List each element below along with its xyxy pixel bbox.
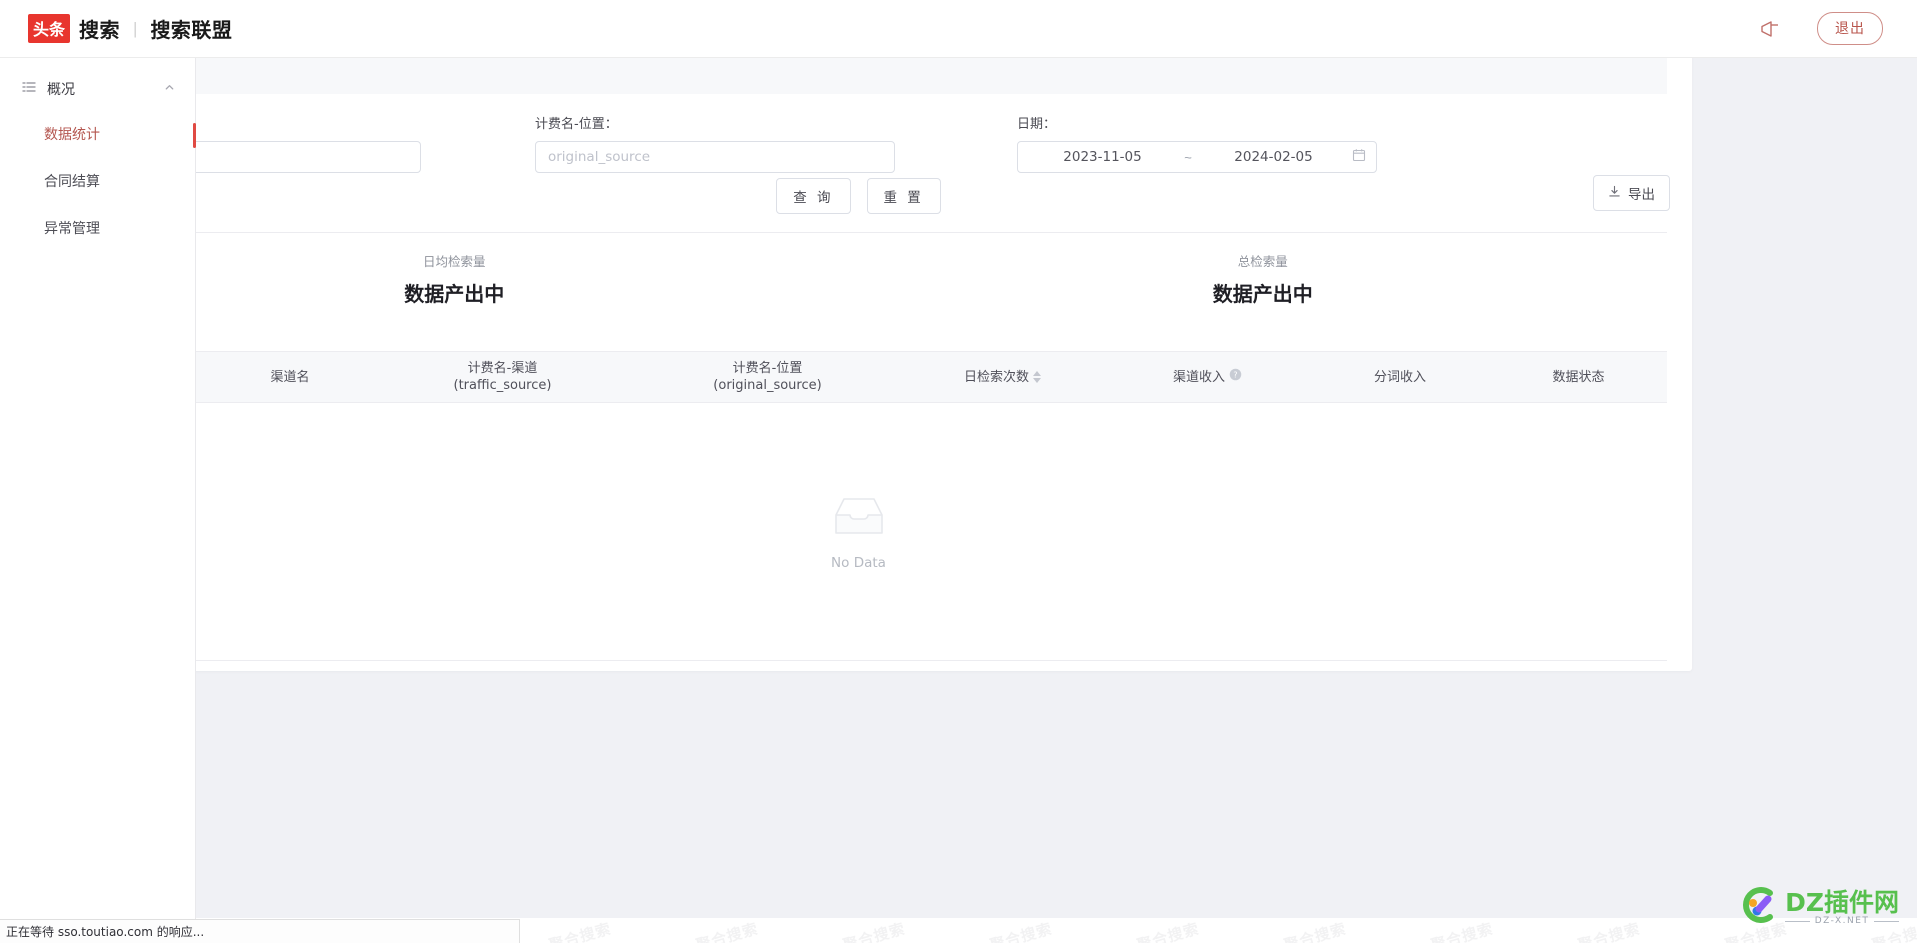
sidebar-item-data-statistics[interactable]: 数据统计: [0, 112, 196, 159]
watermark-text: 聚合搜索: [987, 919, 1055, 943]
table-column-label: 日检索次数: [963, 369, 1029, 385]
date-range-separator: ~: [1184, 149, 1192, 165]
logo-word: 搜索: [79, 18, 121, 42]
dz-text: DZ插件网 DZ-X.NET: [1785, 889, 1899, 926]
no-data-text: No Data: [831, 554, 886, 571]
status-bar-text: 正在等待 sso.toutiao.com 的响应...: [6, 925, 205, 939]
reset-button[interactable]: 重 置: [866, 178, 941, 214]
sort-toggle-icon[interactable]: [1033, 371, 1041, 383]
watermark-text: 聚合搜索: [1134, 919, 1202, 943]
filter-position-label: 计费名-位置：: [535, 117, 618, 132]
summary-stats: 日均检索量 数据产出中 总检索量 数据产出中: [50, 251, 1667, 307]
table-column-header: 计费名-位置 (original_source): [635, 360, 900, 394]
table-header-row: 日期渠道名计费名-渠道(traffic_source)计费名-位置(origin…: [50, 351, 1667, 403]
export-button-label: 导出: [1628, 187, 1655, 203]
stat-total: 总检索量 数据产出中: [859, 251, 1668, 307]
dz-main-text: DZ插件网: [1785, 888, 1899, 917]
filter-date: 日期： 2023-11-05 ~ 2024-02-05: [1017, 113, 1377, 173]
stat-total-value: 数据产出中: [1212, 282, 1313, 306]
table-column-header: 渠道名: [210, 369, 370, 386]
date-range-start[interactable]: 2023-11-05: [1028, 149, 1177, 165]
date-range-picker[interactable]: 2023-11-05 ~ 2024-02-05: [1017, 141, 1377, 173]
brand-logo[interactable]: 头条 搜索 | 搜索联盟: [28, 14, 232, 43]
table-column-header: 分词收入: [1310, 369, 1490, 386]
top-bar-actions: 退出: [1759, 12, 1883, 45]
table-column-header: 计费名-渠道 (traffic_source): [370, 360, 635, 394]
list-icon: [22, 80, 47, 99]
filter-action-buttons: 查 询 重 置: [50, 178, 1667, 214]
top-bar: 头条 搜索 | 搜索联盟 退出: [0, 0, 1917, 58]
table-column-label: 计费名-渠道 (traffic_source): [453, 361, 552, 393]
table-column-label: 计费名-位置 (original_source): [713, 361, 822, 393]
filter-divider: [50, 232, 1667, 233]
watermark-text: 聚合搜索: [1428, 919, 1496, 943]
sidebar-group-label: 概况: [47, 82, 75, 98]
download-icon: [1608, 185, 1621, 202]
table-column-label: 数据状态: [1552, 369, 1605, 385]
logo-badge: 头条: [28, 14, 71, 43]
inbox-icon: [830, 493, 888, 544]
svg-text:?: ?: [1233, 371, 1237, 380]
sidebar: 概况 数据统计 合同结算 异常管理: [0, 58, 196, 943]
date-range-end[interactable]: 2024-02-05: [1199, 149, 1348, 165]
watermark-text: 聚合搜索: [546, 919, 614, 943]
query-button[interactable]: 查 询: [776, 178, 851, 214]
table-column-label: 渠道收入: [1172, 369, 1225, 385]
filter-position: 计费名-位置：: [535, 113, 895, 173]
stat-total-label: 总检索量: [1237, 254, 1288, 269]
table-column-header: 数据状态: [1490, 369, 1667, 386]
logout-button[interactable]: 退出: [1817, 12, 1883, 45]
calendar-icon[interactable]: [1348, 148, 1366, 167]
table-column-label: 渠道名: [270, 369, 310, 385]
watermark-text: 聚合搜索: [1281, 919, 1349, 943]
table-column-label: 分词收入: [1373, 369, 1426, 385]
original-source-input[interactable]: [535, 141, 895, 173]
sidebar-item-exception-management[interactable]: 异常管理: [0, 206, 195, 253]
dz-sub-text: DZ-X.NET: [1785, 916, 1899, 926]
browser-status-bar: 正在等待 sso.toutiao.com 的响应...: [0, 919, 520, 943]
logo-subtitle: 搜索联盟: [150, 18, 233, 42]
sidebar-group-overview[interactable]: 概况: [0, 66, 195, 112]
data-statistics-card: 数据统计 计费名-渠道： 计费名-位置： 日期： 2023-11-05 ~ 20…: [25, 23, 1692, 671]
dz-plugin-watermark: DZ插件网 DZ-X.NET: [1737, 884, 1899, 931]
watermark-text: 聚合搜索: [1575, 919, 1643, 943]
watermark-text: 聚合搜索: [840, 919, 908, 943]
chevron-up-icon[interactable]: [164, 80, 175, 98]
dz-circle-icon: [1737, 884, 1779, 931]
watermark-text: 聚合搜索: [693, 919, 761, 943]
data-table: 日期渠道名计费名-渠道(traffic_source)计费名-位置(origin…: [50, 351, 1667, 661]
filter-date-label: 日期：: [1017, 117, 1057, 132]
help-icon[interactable]: ?: [1229, 368, 1242, 386]
table-column-header[interactable]: 日检索次数: [900, 369, 1105, 386]
export-button[interactable]: 导出: [1593, 175, 1670, 211]
logo-separator: |: [133, 18, 138, 38]
sidebar-item-contract-settlement[interactable]: 合同结算: [0, 159, 195, 206]
table-body-empty: No Data: [50, 403, 1667, 661]
table-column-header: 渠道收入?: [1105, 368, 1310, 386]
megaphone-icon[interactable]: [1759, 19, 1783, 39]
